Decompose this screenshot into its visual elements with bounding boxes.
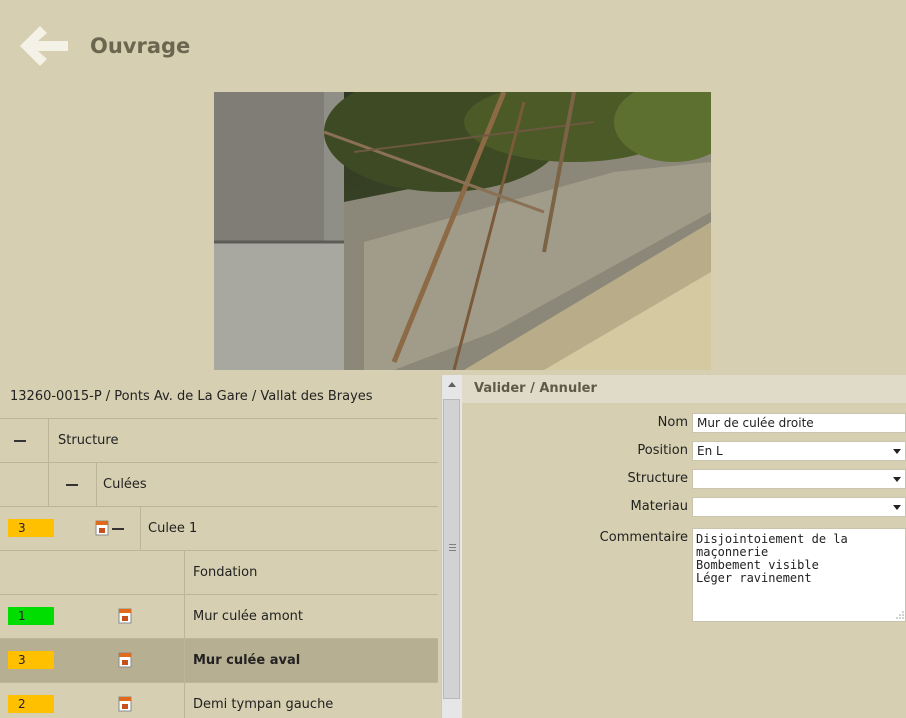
collapse-icon[interactable] xyxy=(66,484,78,486)
chevron-down-icon xyxy=(893,449,901,454)
tree-label-culee-1: Culee 1 xyxy=(148,521,198,536)
back-button[interactable] xyxy=(16,22,72,70)
nom-label: Nom xyxy=(657,415,688,430)
structure-select[interactable] xyxy=(692,469,906,489)
document-icon xyxy=(118,608,132,624)
status-badge: 1 xyxy=(8,607,54,625)
chevron-down-icon xyxy=(893,477,901,482)
tree-panel: 13260-0015-P / Ponts Av. de La Gare / Va… xyxy=(0,375,438,718)
tree-node-item[interactable]: 1 Mur culée amont xyxy=(0,595,438,639)
collapse-icon[interactable] xyxy=(14,440,26,442)
collapse-icon[interactable] xyxy=(112,528,124,530)
header: Ouvrage xyxy=(0,0,906,90)
status-badge: 2 xyxy=(8,695,54,713)
position-value: En L xyxy=(697,444,723,458)
materiau-label: Materiau xyxy=(630,499,688,514)
scroll-thumb[interactable] xyxy=(443,399,460,699)
status-badge: 3 xyxy=(8,519,54,537)
position-label: Position xyxy=(637,443,688,458)
commentaire-textarea[interactable]: Disjointoiement de la maçonnerie Bombeme… xyxy=(692,528,906,622)
tree-label-structure: Structure xyxy=(58,433,119,448)
nom-value: Mur de culée droite xyxy=(697,416,814,430)
resize-grip-icon[interactable] xyxy=(896,611,904,619)
arrow-left-icon xyxy=(20,26,68,66)
chevron-up-icon xyxy=(448,382,456,387)
tree-label-fondation: Fondation xyxy=(193,565,258,580)
structure-label: Structure xyxy=(627,471,688,486)
tree-label-culees: Culées xyxy=(103,477,147,492)
chevron-down-icon xyxy=(893,505,901,510)
tree-label-item: Demi tympan gauche xyxy=(193,697,334,712)
status-badge: 3 xyxy=(8,651,54,669)
structure-photo xyxy=(214,92,711,370)
breadcrumb-row: 13260-0015-P / Ponts Av. de La Gare / Va… xyxy=(0,375,438,419)
tree-scrollbar[interactable] xyxy=(441,375,462,718)
tree-node-fondation[interactable]: Fondation xyxy=(0,551,438,595)
materiau-select[interactable] xyxy=(692,497,906,517)
form-panel: Valider / Annuler Nom Mur de culée droit… xyxy=(462,375,906,718)
document-icon xyxy=(95,520,109,536)
breadcrumb: 13260-0015-P / Ponts Av. de La Gare / Va… xyxy=(10,389,373,404)
validate-cancel-button[interactable]: Valider / Annuler xyxy=(474,381,597,396)
form-toolbar: Valider / Annuler xyxy=(462,375,906,403)
scroll-up-button[interactable] xyxy=(442,375,462,395)
document-icon xyxy=(118,696,132,712)
position-select[interactable]: En L xyxy=(692,441,906,461)
tree-node-culee-1[interactable]: 3 Culee 1 xyxy=(0,507,438,551)
document-icon xyxy=(118,652,132,668)
tree-node-structure[interactable]: Structure xyxy=(0,419,438,463)
commentaire-label: Commentaire xyxy=(599,530,688,545)
tree-label-item: Mur culée aval xyxy=(193,653,301,668)
tree-node-item-selected[interactable]: 3 Mur culée aval xyxy=(0,639,438,683)
tree-node-culees[interactable]: Culées xyxy=(0,463,438,507)
page-title: Ouvrage xyxy=(90,34,191,58)
nom-field[interactable]: Mur de culée droite xyxy=(692,413,906,433)
tree-node-item[interactable]: 2 Demi tympan gauche xyxy=(0,683,438,718)
tree-label-item: Mur culée amont xyxy=(193,609,303,624)
